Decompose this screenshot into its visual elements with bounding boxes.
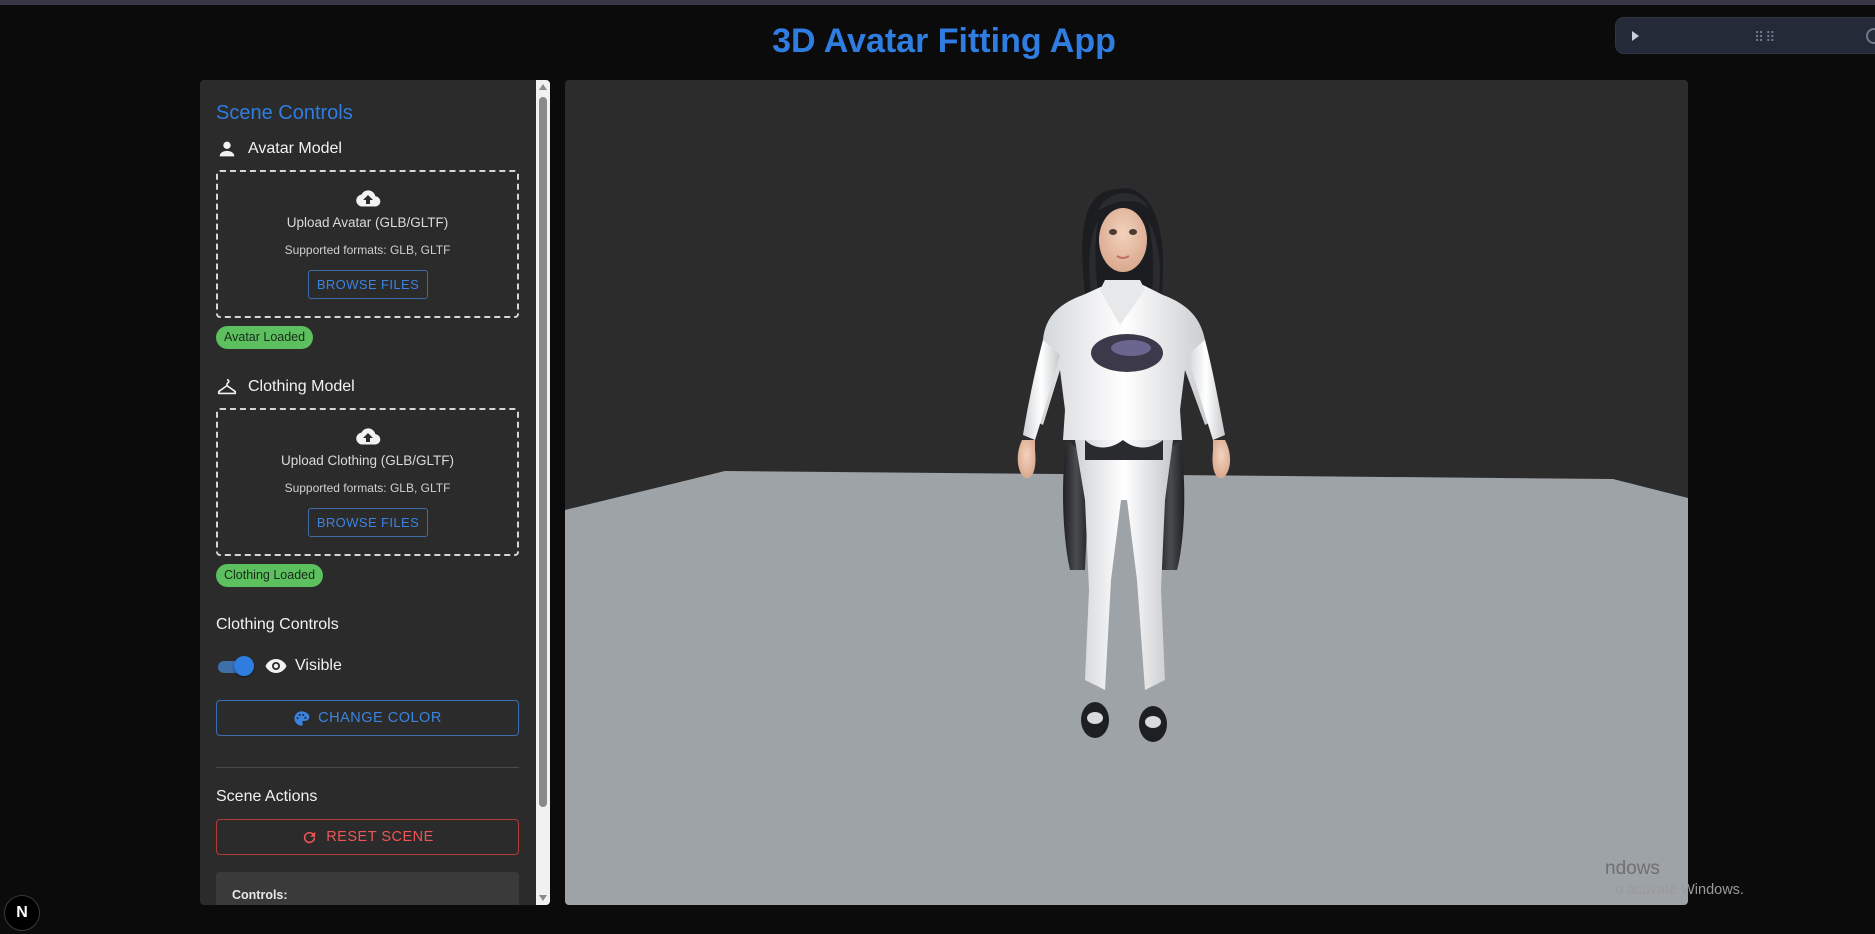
scrollbar-thumb[interactable] bbox=[539, 97, 547, 807]
controls-help-box: Controls: bbox=[216, 872, 519, 905]
avatar-upload-title: Upload Avatar (GLB/GLTF) bbox=[286, 215, 449, 230]
section-divider bbox=[216, 767, 519, 768]
sidebar-content: Scene Controls Avatar Model Upload Avata… bbox=[200, 80, 536, 905]
avatar-browse-button[interactable]: BROWSE FILES bbox=[308, 270, 428, 299]
avatar-supported-formats: Supported formats: GLB, GLTF bbox=[284, 243, 451, 257]
3d-viewport-canvas[interactable] bbox=[565, 80, 1688, 905]
3d-scene bbox=[565, 188, 1688, 905]
hanger-icon bbox=[217, 378, 237, 395]
drag-handle-icon[interactable]: ⠿⠿ bbox=[1754, 29, 1777, 46]
cloud-upload-icon bbox=[356, 428, 381, 445]
eye-icon bbox=[265, 659, 287, 673]
clothing-status-badge: Clothing Loaded bbox=[216, 564, 324, 587]
avatar-status-badge: Avatar Loaded bbox=[216, 326, 314, 349]
clothing-supported-formats: Supported formats: GLB, GLTF bbox=[284, 481, 451, 495]
visible-label: Visible bbox=[295, 657, 342, 674]
refresh-icon bbox=[304, 831, 316, 843]
avatar-model-heading: Avatar Model bbox=[216, 138, 342, 160]
window-top-strip bbox=[0, 0, 1875, 5]
panel-title: Scene Controls bbox=[216, 102, 353, 124]
watermark-line-1: ndows bbox=[1605, 858, 1660, 879]
reset-scene-label: RESET SCENE bbox=[326, 829, 434, 845]
sidebar-scrollbar[interactable] bbox=[536, 80, 550, 905]
visibility-switch[interactable] bbox=[216, 656, 254, 676]
reset-scene-button[interactable]: RESET SCENE bbox=[216, 819, 519, 855]
avatar-dropzone[interactable]: Upload Avatar (GLB/GLTF) Supported forma… bbox=[216, 170, 519, 318]
clothing-model-label: Clothing Model bbox=[248, 378, 355, 395]
watermark-line-2: o activate Windows. bbox=[1615, 882, 1744, 898]
windows-activation-watermark: ndows o activate Windows. bbox=[1605, 858, 1744, 898]
dev-toolbar[interactable]: ⠿⠿ bbox=[1615, 17, 1875, 54]
clothing-browse-button[interactable]: BROWSE FILES bbox=[308, 508, 428, 537]
controls-help-title: Controls: bbox=[232, 888, 288, 902]
switch-knob bbox=[234, 656, 254, 676]
visibility-toggle-row: Visible bbox=[216, 654, 342, 678]
scroll-down-arrow-icon[interactable] bbox=[539, 895, 547, 901]
palette-icon bbox=[294, 710, 310, 726]
scene-controls-panel: Scene Controls Avatar Model Upload Avata… bbox=[200, 80, 550, 905]
change-color-button[interactable]: CHANGE COLOR bbox=[216, 700, 519, 736]
scene-actions-heading: Scene Actions bbox=[216, 788, 318, 805]
play-icon[interactable] bbox=[1632, 31, 1639, 41]
clothing-dropzone[interactable]: Upload Clothing (GLB/GLTF) Supported for… bbox=[216, 408, 519, 556]
person-icon bbox=[219, 141, 235, 157]
change-color-label: CHANGE COLOR bbox=[318, 710, 442, 726]
clothing-upload-title: Upload Clothing (GLB/GLTF) bbox=[280, 453, 455, 468]
clothing-model-heading: Clothing Model bbox=[216, 376, 355, 398]
floor-plane bbox=[565, 471, 1688, 905]
nextjs-dev-badge[interactable]: N bbox=[4, 895, 40, 931]
cloud-upload-icon bbox=[356, 190, 381, 207]
app-title: 3D Avatar Fitting App bbox=[772, 22, 1116, 60]
close-icon[interactable] bbox=[1866, 28, 1875, 44]
scroll-up-arrow-icon[interactable] bbox=[539, 84, 547, 90]
avatar-model-label: Avatar Model bbox=[248, 140, 342, 157]
clothing-controls-heading: Clothing Controls bbox=[216, 616, 339, 633]
